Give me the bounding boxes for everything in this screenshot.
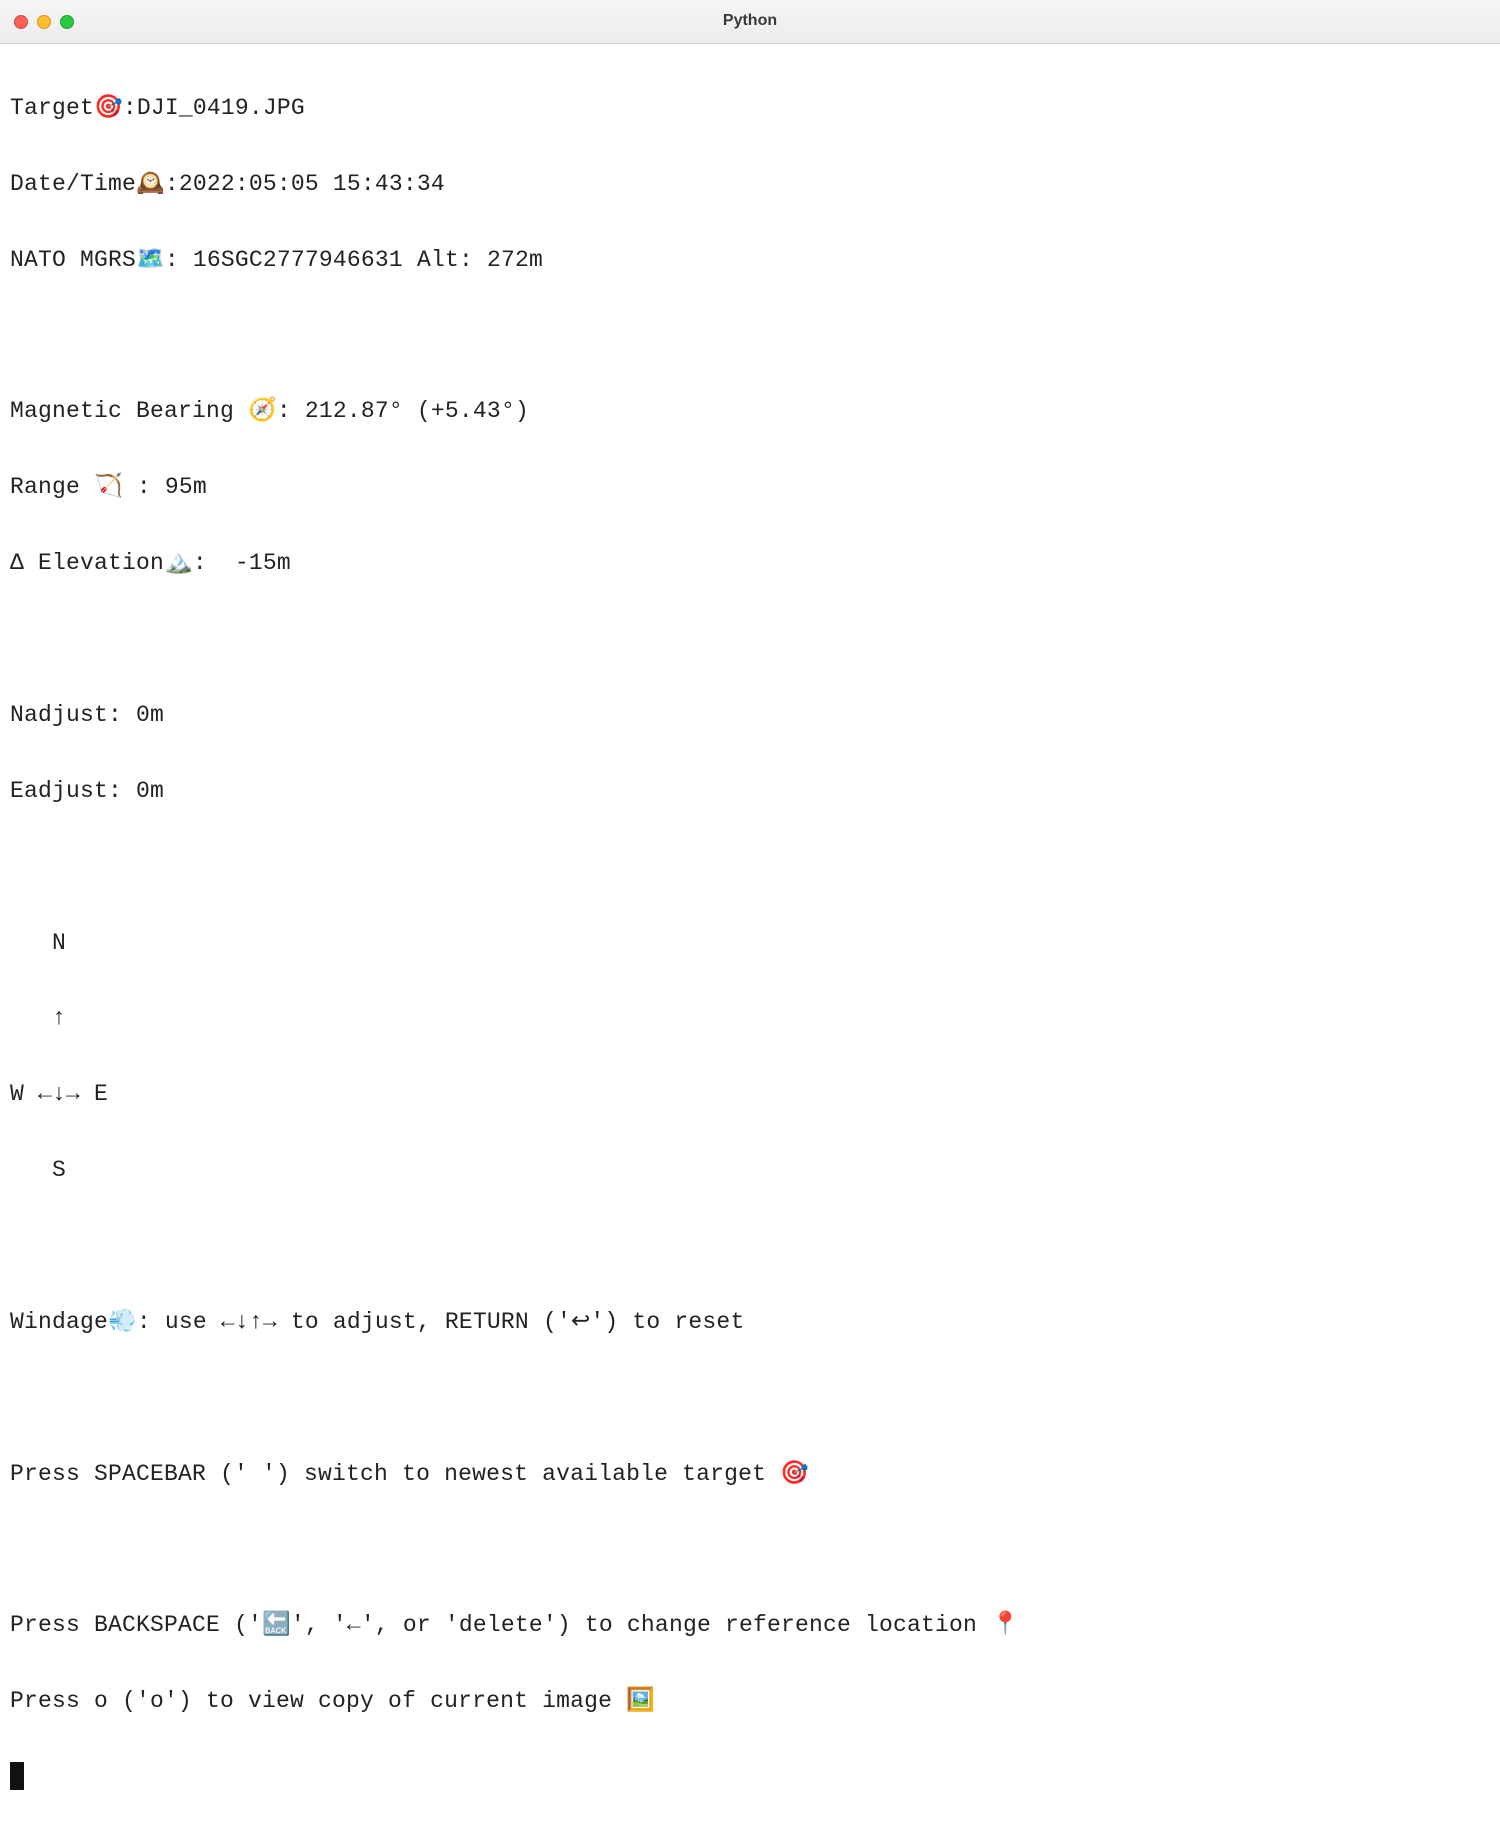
cursor-icon[interactable] xyxy=(10,1762,24,1790)
blank-line xyxy=(10,1228,1490,1266)
windage-label: Windage xyxy=(10,1309,108,1335)
bearing-value: 212.87° (+5.43°) xyxy=(305,398,529,424)
help-o: Press o ('o') to view copy of current im… xyxy=(10,1683,1490,1721)
mgrs-value: 16SGC2777946631 xyxy=(193,247,403,273)
elevation-label: Δ Elevation xyxy=(10,550,164,576)
blank-line xyxy=(10,849,1490,887)
mgrs-line: NATO MGRS🗺️: 16SGC2777946631 Alt: 272m xyxy=(10,242,1490,280)
blank-line xyxy=(10,1380,1490,1418)
compass-icon: 🧭 xyxy=(248,398,277,424)
windage-line: Windage💨: use ←↓↑→ to adjust, RETURN ('↩… xyxy=(10,1304,1490,1342)
datetime-line: Date/Time🕰️:2022:05:05 15:43:34 xyxy=(10,166,1490,204)
map-icon: 🗺️ xyxy=(136,247,165,273)
bow-icon: 🏹 xyxy=(94,474,123,500)
clock-icon: 🕰️ xyxy=(136,171,165,197)
bearing-sep: : xyxy=(277,398,305,424)
target-label: Target xyxy=(10,95,94,121)
bearing-line: Magnetic Bearing 🧭: 212.87° (+5.43°) xyxy=(10,393,1490,431)
window-titlebar: Python xyxy=(0,0,1500,44)
alt-value: 272m xyxy=(487,247,543,273)
bearing-label: Magnetic Bearing xyxy=(10,398,248,424)
target-icon: 🎯 xyxy=(94,95,123,121)
windage-text: : use ←↓↑→ to adjust, RETURN ('↩') to re… xyxy=(137,1309,745,1335)
target-sep: : xyxy=(123,95,137,121)
nadjust-value: 0m xyxy=(136,702,164,728)
target-value: DJI_0419.JPG xyxy=(137,95,305,121)
eadjust-line: Eadjust: 0m xyxy=(10,773,1490,811)
datetime-label: Date/Time xyxy=(10,171,136,197)
blank-line xyxy=(10,318,1490,356)
target-line: Target🎯:DJI_0419.JPG xyxy=(10,90,1490,128)
compass-row-s: S xyxy=(10,1152,1490,1190)
mgrs-label: NATO MGRS xyxy=(10,247,136,273)
wind-icon: 💨 xyxy=(108,1309,137,1335)
window-title: Python xyxy=(0,8,1500,34)
datetime-sep: : xyxy=(165,171,179,197)
cursor-line[interactable] xyxy=(10,1759,1490,1797)
help-backspace: Press BACKSPACE ('🔙', '←', or 'delete') … xyxy=(10,1607,1490,1645)
range-value: 95m xyxy=(165,474,207,500)
alt-label: Alt: xyxy=(403,247,487,273)
blank-line xyxy=(10,1532,1490,1570)
mountain-icon: 🏔️ xyxy=(164,550,193,576)
elevation-sep: : xyxy=(193,550,221,576)
compass-row-n: N xyxy=(10,925,1490,963)
datetime-value: 2022:05:05 15:43:34 xyxy=(179,171,445,197)
terminal-output: Target🎯:DJI_0419.JPG Date/Time🕰️:2022:05… xyxy=(0,44,1500,1835)
nadjust-line: Nadjust: 0m xyxy=(10,697,1490,735)
compass-row-we: W ←↓→ E xyxy=(10,1076,1490,1114)
nadjust-label: Nadjust: xyxy=(10,702,136,728)
range-line: Range 🏹 : 95m xyxy=(10,469,1490,507)
elevation-line: Δ Elevation🏔️: -15m xyxy=(10,545,1490,583)
eadjust-label: Eadjust: xyxy=(10,778,136,804)
elevation-value: -15m xyxy=(221,550,291,576)
compass-row-up: ↑ xyxy=(10,1000,1490,1038)
mgrs-sep: : xyxy=(165,247,193,273)
range-label: Range xyxy=(10,474,94,500)
help-spacebar: Press SPACEBAR (' ') switch to newest av… xyxy=(10,1456,1490,1494)
range-sep: : xyxy=(123,474,165,500)
eadjust-value: 0m xyxy=(136,778,164,804)
blank-line xyxy=(10,621,1490,659)
